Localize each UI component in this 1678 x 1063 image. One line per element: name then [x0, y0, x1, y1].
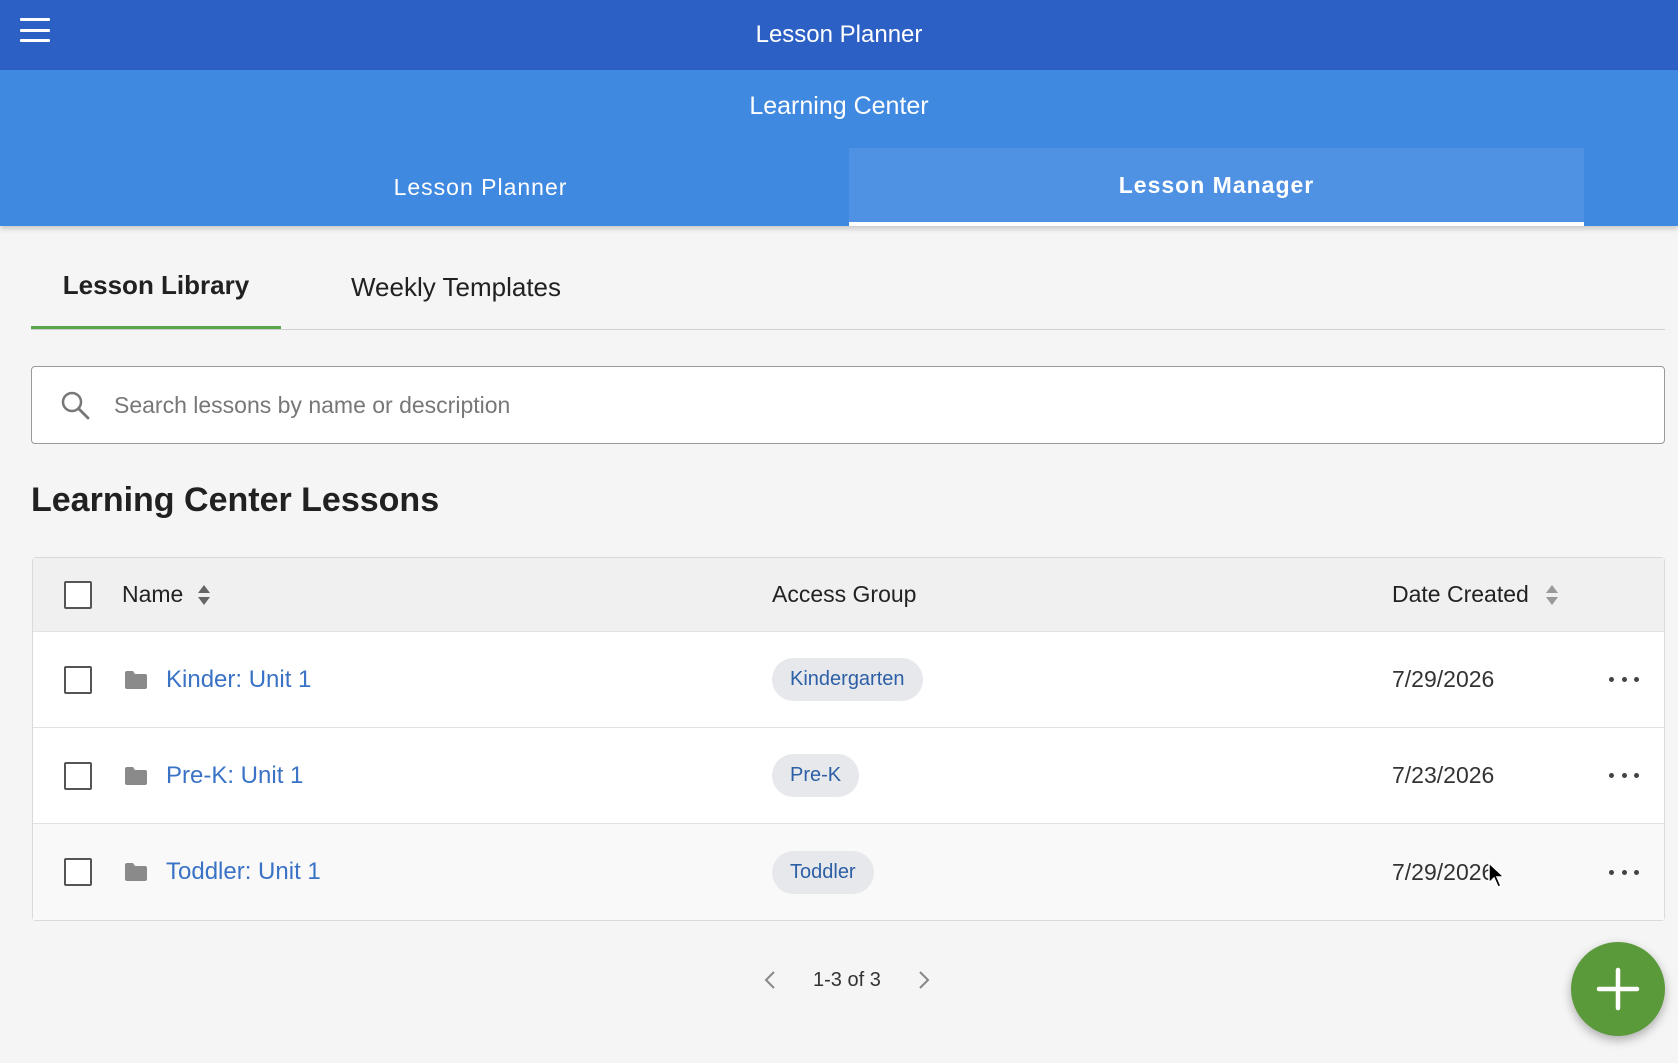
chevron-right-icon[interactable]	[909, 965, 939, 995]
access-group-chip: Pre-K	[772, 754, 860, 797]
header-subtitle: Learning Center	[749, 92, 929, 120]
tab-lesson-library[interactable]: Lesson Library	[31, 245, 281, 329]
pagination: 1-3 of 3	[755, 960, 939, 1000]
pagination-label: 1-3 of 3	[813, 968, 881, 991]
lessons-table: Name Access Group Date Created Kinder: U…	[32, 557, 1665, 921]
date-created: 7/29/2026	[1392, 858, 1495, 885]
tab-lesson-manager[interactable]: Lesson Manager	[849, 148, 1584, 226]
main-tabs: Lesson Planner Lesson Manager	[0, 148, 1678, 226]
access-group-chip: Toddler	[772, 850, 874, 894]
row-checkbox[interactable]	[64, 858, 92, 886]
table-row[interactable]: Toddler: Unit 1 Toddler 7/29/2026	[33, 824, 1664, 920]
mouse-cursor-icon	[1488, 862, 1506, 888]
table-header: Name Access Group Date Created	[33, 558, 1664, 632]
sub-tabs: Lesson Library Weekly Templates	[31, 245, 1665, 330]
app-title: Lesson Planner	[755, 21, 923, 48]
add-lesson-button[interactable]	[1571, 942, 1665, 1036]
search-box	[31, 366, 1665, 444]
row-checkbox[interactable]	[64, 665, 92, 694]
folder-icon	[125, 863, 147, 881]
lesson-name-link[interactable]: Pre-K: Unit 1	[166, 762, 303, 790]
more-icon[interactable]	[1609, 670, 1639, 690]
more-icon[interactable]	[1609, 862, 1639, 882]
date-created: 7/23/2026	[1392, 762, 1495, 788]
menu-icon[interactable]	[20, 18, 50, 42]
lesson-name-link[interactable]: Toddler: Unit 1	[166, 858, 321, 886]
select-all-checkbox[interactable]	[64, 580, 92, 609]
table-row[interactable]: Kinder: Unit 1 Kindergarten 7/29/2026	[33, 632, 1664, 728]
folder-icon	[125, 766, 147, 785]
section-header: Learning Center Lesson Planner Lesson Ma…	[0, 70, 1678, 226]
sort-icon[interactable]	[197, 584, 211, 606]
folder-icon	[125, 670, 147, 689]
plus-icon	[1596, 967, 1640, 1011]
top-app-bar: Lesson Planner	[0, 0, 1678, 70]
row-checkbox[interactable]	[64, 761, 92, 790]
lesson-name-link[interactable]: Kinder: Unit 1	[166, 666, 311, 694]
date-created: 7/29/2026	[1392, 666, 1495, 692]
search-icon	[61, 391, 90, 420]
table-row[interactable]: Pre-K: Unit 1 Pre-K 7/23/2026	[33, 728, 1664, 824]
column-header-name[interactable]: Name	[122, 581, 183, 608]
more-icon[interactable]	[1609, 766, 1639, 786]
page-title: Learning Center Lessons	[31, 481, 440, 519]
chevron-left-icon[interactable]	[755, 965, 785, 995]
search-input[interactable]	[114, 391, 1614, 419]
column-header-date-created[interactable]: Date Created	[1392, 581, 1529, 608]
sort-icon[interactable]	[1545, 584, 1559, 606]
column-header-access-group: Access Group	[772, 581, 917, 607]
tab-weekly-templates[interactable]: Weekly Templates	[291, 245, 621, 330]
access-group-chip: Kindergarten	[772, 658, 923, 701]
tab-lesson-planner[interactable]: Lesson Planner	[113, 148, 848, 226]
